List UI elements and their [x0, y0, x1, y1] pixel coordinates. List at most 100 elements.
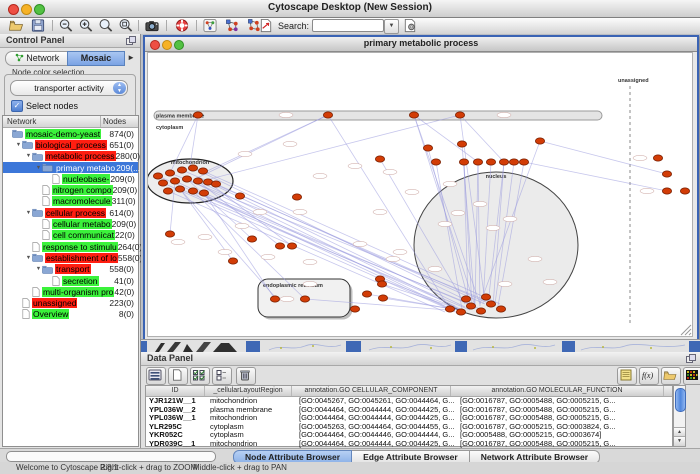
table-column-header[interactable]: ID	[146, 386, 205, 396]
tree-row[interactable]: ▼establishment of lo558(0)	[3, 252, 138, 263]
tree-row[interactable]: cellular metabo209(0)	[3, 218, 138, 229]
network-node[interactable]	[457, 141, 466, 147]
network-edge[interactable]	[210, 115, 460, 179]
network-node[interactable]	[177, 167, 186, 173]
network-node[interactable]	[228, 258, 237, 264]
table-row[interactable]: YPL036W__2plasma membrane[GO:0044464, GO…	[146, 406, 672, 415]
select-nodes-checkbox[interactable]: ✓	[11, 100, 23, 112]
network-node[interactable]	[170, 178, 179, 184]
network-node[interactable]	[165, 231, 174, 237]
table-cell[interactable]: [GO:0016787, GO:0005215, GO:0003824, G..…	[457, 423, 672, 432]
zoom-in-icon[interactable]	[78, 18, 94, 33]
new-attribute-icon[interactable]	[168, 367, 188, 385]
network-node[interactable]	[653, 155, 662, 161]
network-node[interactable]	[247, 236, 256, 242]
network-node[interactable]	[476, 308, 485, 314]
network-node[interactable]	[662, 171, 671, 177]
tree-row[interactable]: nucleobase-209(0)	[3, 173, 138, 184]
network-node[interactable]	[431, 159, 440, 165]
network-node[interactable]	[188, 165, 197, 171]
network-view-window[interactable]: primary metabolic process plasma membran…	[143, 35, 699, 343]
tree-expand-icon[interactable]: ▼	[35, 165, 42, 171]
network-node[interactable]	[235, 193, 244, 199]
tree-expand-icon[interactable]: ▼	[25, 153, 32, 159]
network-node[interactable]	[466, 303, 475, 309]
table-cell[interactable]: cytoplasm	[207, 423, 296, 432]
help-icon[interactable]	[174, 18, 190, 33]
network-edge[interactable]	[195, 115, 328, 179]
zoom-selected-icon[interactable]	[98, 18, 114, 33]
tree-row[interactable]: multi-organism pro42(0)	[3, 286, 138, 297]
import-attributes-icon[interactable]	[661, 367, 681, 385]
node-color-dropdown[interactable]: transporter activity ▲▼	[10, 80, 128, 96]
table-cell[interactable]: mitochondrion	[207, 397, 296, 406]
tree-expand-icon[interactable]: ▼	[25, 210, 32, 216]
network-node[interactable]	[211, 181, 220, 187]
network-node[interactable]	[175, 186, 184, 192]
network-node[interactable]	[193, 178, 202, 184]
column-selector-icon[interactable]	[146, 367, 166, 385]
delete-attribute-icon[interactable]	[236, 367, 256, 385]
table-row[interactable]: YLR295Ccytoplasm[GO:0045263, GO:0044464,…	[146, 423, 672, 432]
table-column-header[interactable]: annotation.GO MOLECULAR_FUNCTION	[451, 386, 664, 396]
network-node[interactable]	[153, 173, 162, 179]
table-cell[interactable]: [GO:0016787, GO:0005488, GO:0005215, G..…	[457, 414, 672, 423]
tree-expand-icon[interactable]: ▼	[15, 142, 22, 148]
network-node[interactable]	[198, 168, 207, 174]
float-panel-icon[interactable]	[686, 354, 695, 363]
network-node[interactable]	[535, 138, 544, 144]
network-node[interactable]	[350, 306, 359, 312]
tree-row[interactable]: macromolecule311(0)	[3, 196, 138, 207]
network-overview-icon[interactable]	[202, 18, 218, 33]
network-edge[interactable]	[460, 115, 504, 162]
tree-row[interactable]: ▼transport558(0)	[3, 264, 138, 275]
network-window-titlebar[interactable]: primary metabolic process	[145, 37, 697, 52]
open-session-icon[interactable]	[8, 18, 24, 33]
background-windows[interactable]	[141, 339, 700, 353]
network-node[interactable]	[459, 159, 468, 165]
annotation-icon[interactable]	[258, 18, 274, 33]
table-row[interactable]: YKR052Ccytoplasm[GO:0044464, GO:0044446,…	[146, 431, 672, 440]
network-node[interactable]	[199, 190, 208, 196]
table-cell[interactable]: YPL036W__2	[146, 406, 207, 415]
tree-row[interactable]: Overview8(0)	[3, 309, 138, 320]
table-cell[interactable]: [GO:0016787, GO:0005488, GO:0005215, G..…	[457, 406, 672, 415]
network-node[interactable]	[486, 301, 495, 307]
preferences-icon[interactable]	[402, 18, 418, 33]
zoom-fit-icon[interactable]	[118, 18, 134, 33]
network-canvas[interactable]: plasma membranecytoplasmmitochondrionnuc…	[147, 52, 693, 337]
network-node[interactable]	[499, 159, 508, 165]
table-row[interactable]: YJR121W__1mitochondrion[GO:0045267, GO:0…	[146, 397, 672, 406]
network-node[interactable]	[486, 159, 495, 165]
network-node[interactable]	[445, 306, 454, 312]
table-cell[interactable]: cytoplasm	[207, 431, 296, 440]
attribute-matrix-icon[interactable]	[683, 367, 700, 385]
network-node[interactable]	[496, 306, 505, 312]
table-cell[interactable]: [GO:0005488, GO:0005215, GO:0003674]	[457, 431, 672, 440]
scrollbar-thumb[interactable]	[675, 388, 686, 412]
network-node[interactable]	[275, 243, 284, 249]
table-cell[interactable]: mitochondrion	[207, 414, 296, 423]
network-node[interactable]	[163, 188, 172, 194]
table-cell[interactable]: [GO:0044464, GO:0044444, GO:0044425, G..…	[296, 406, 457, 415]
table-cell[interactable]: [GO:0044464, GO:0044444, GO:0044425, G..…	[296, 414, 457, 423]
network-node[interactable]	[662, 188, 671, 194]
table-cell[interactable]: YLR295C	[146, 423, 207, 432]
unselect-all-attributes-icon[interactable]	[212, 367, 232, 385]
network-node[interactable]	[461, 296, 470, 302]
network-node[interactable]	[292, 194, 301, 200]
table-cell[interactable]: YJR121W__1	[146, 397, 207, 406]
layout-organic-icon[interactable]	[224, 18, 240, 33]
search-input[interactable]	[312, 19, 384, 32]
network-node[interactable]	[680, 188, 689, 194]
network-node[interactable]	[287, 243, 296, 249]
tree-row[interactable]: cell communicat22(0)	[3, 230, 138, 241]
table-row[interactable]: YPL036W__1mitochondrion[GO:0044464, GO:0…	[146, 414, 672, 423]
tree-expand-icon[interactable]: ▼	[25, 255, 32, 261]
tree-row[interactable]: mosaic-demo-yeast874(0)	[3, 128, 138, 139]
tree-row[interactable]: nitrogen compo209(0)	[3, 184, 138, 195]
network-node[interactable]	[455, 112, 464, 118]
tree-row[interactable]: ▼metabolic process280(0)	[3, 151, 138, 162]
select-all-attributes-icon[interactable]	[190, 367, 210, 385]
network-node[interactable]	[188, 188, 197, 194]
